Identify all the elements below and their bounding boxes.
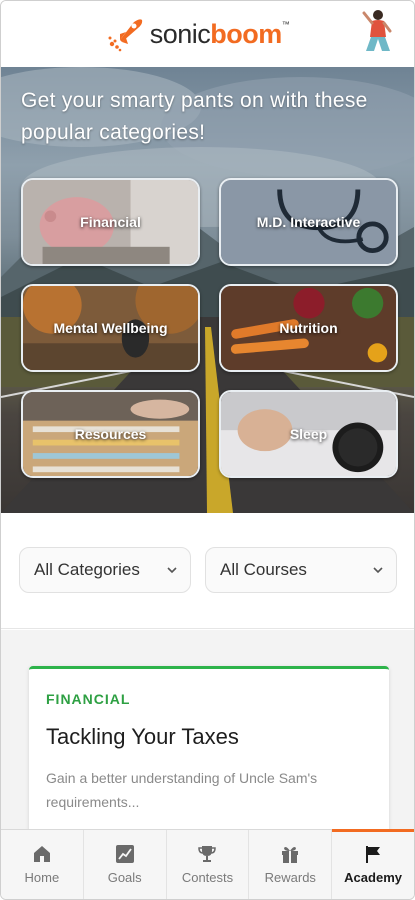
bottom-navigation: Home Goals Contests Rewards Academy (1, 829, 414, 899)
hero-title: Get your smarty pants on with these popu… (21, 89, 368, 144)
rocket-logo-icon (108, 19, 142, 52)
app-header: sonicboom™ (1, 1, 414, 67)
nav-label: Academy (344, 870, 402, 885)
filters-bar: All Categories All Courses (1, 513, 414, 629)
nav-item-home[interactable]: Home (1, 830, 84, 899)
course-category-label: FINANCIAL (46, 691, 131, 707)
category-tile-mental-wellbeing[interactable]: Mental Wellbeing (21, 284, 200, 372)
tile-label: Sleep (289, 426, 328, 442)
category-tile-resources[interactable]: Resources (21, 390, 200, 478)
nav-item-goals[interactable]: Goals (84, 830, 167, 899)
category-filter-value: All Categories (34, 560, 140, 579)
nav-item-contests[interactable]: Contests (167, 830, 250, 899)
course-filter-select[interactable]: All Courses (205, 547, 397, 593)
trademark-symbol: ™ (281, 19, 290, 29)
tile-label: Financial (80, 214, 141, 230)
categories-hero: Get your smarty pants on with these popu… (1, 67, 414, 513)
chart-icon (115, 845, 134, 863)
nav-label: Home (24, 870, 60, 885)
user-avatar[interactable] (356, 7, 396, 61)
tile-label: M.D. Interactive (256, 214, 361, 230)
nav-label: Contests (181, 870, 234, 885)
tile-label: Resources (74, 426, 147, 442)
category-tile-nutrition[interactable]: Nutrition (219, 284, 398, 372)
category-tile-financial[interactable]: Financial (21, 178, 200, 266)
app-frame: sonicboom™ Get your smarty pants on with… (0, 0, 415, 900)
course-list: FINANCIAL Tackling Your Taxes Gain a bet… (1, 630, 414, 836)
category-tile-md-interactive[interactable]: M.D. Interactive (219, 178, 398, 266)
logo-text-sonic: sonic (149, 18, 211, 49)
active-tab-indicator (332, 829, 414, 832)
course-card[interactable]: FINANCIAL Tackling Your Taxes Gain a bet… (29, 666, 389, 836)
category-tile-sleep[interactable]: Sleep (219, 390, 398, 478)
nav-item-rewards[interactable]: Rewards (249, 830, 333, 899)
tile-label: Nutrition (279, 320, 338, 336)
course-filter-value: All Courses (220, 560, 307, 579)
course-description: Gain a better understanding of Uncle Sam… (46, 770, 318, 810)
nav-item-academy[interactable]: Academy (332, 829, 414, 899)
course-title: Tackling Your Taxes (46, 724, 239, 749)
flag-icon (366, 846, 381, 863)
logo-text-boom: boom (210, 18, 282, 49)
tile-label: Mental Wellbeing (53, 320, 168, 336)
trophy-icon (198, 846, 217, 862)
nav-label: Goals (107, 870, 142, 885)
chevron-down-icon (373, 567, 383, 574)
category-filter-select[interactable]: All Categories (19, 547, 191, 593)
home-icon (33, 846, 50, 862)
chevron-down-icon (167, 567, 177, 574)
gift-icon (282, 847, 299, 863)
nav-label: Rewards (264, 870, 316, 885)
sonicboom-logo[interactable]: sonicboom™ (106, 14, 290, 54)
